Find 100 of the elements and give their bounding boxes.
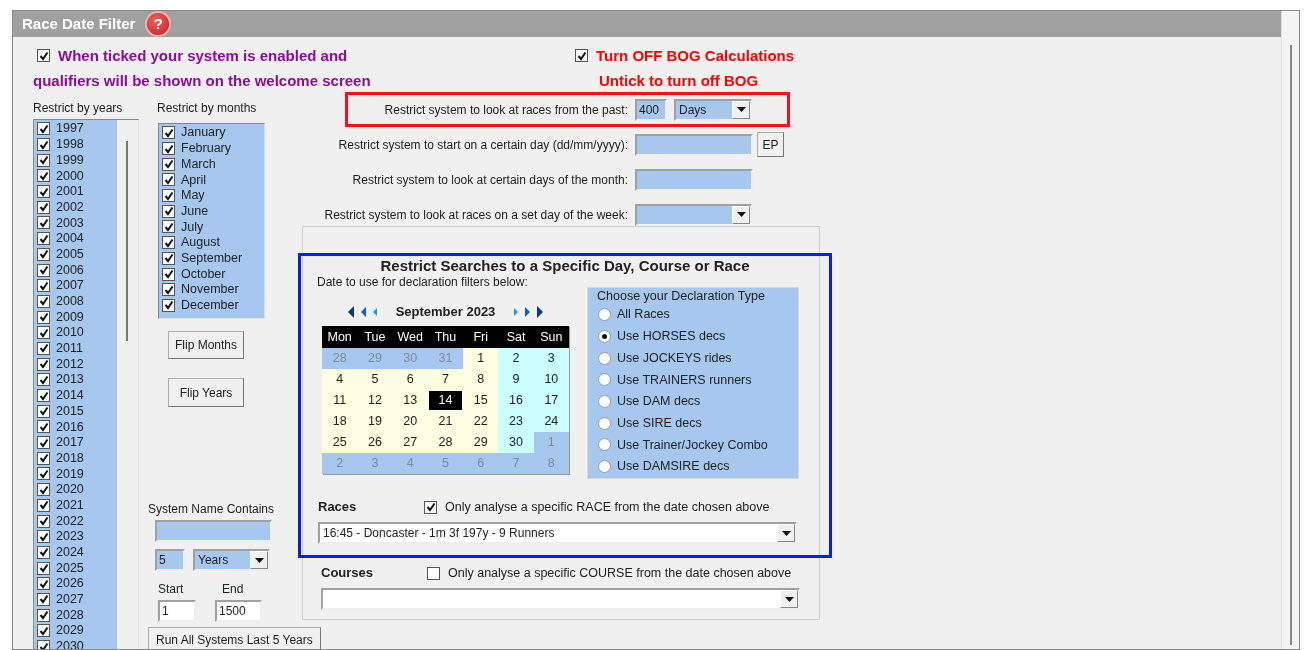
- text-field[interactable]: [635, 133, 753, 156]
- checkbox[interactable]: [37, 514, 50, 528]
- calendar-day[interactable]: 9: [498, 369, 534, 390]
- checkbox[interactable]: [37, 389, 50, 403]
- calendar-day[interactable]: 25: [322, 432, 358, 453]
- checkbox[interactable]: [37, 294, 50, 308]
- radio-button[interactable]: [598, 351, 611, 365]
- checkbox[interactable]: [37, 608, 50, 622]
- flip-years-button[interactable]: Flip Years: [168, 378, 244, 407]
- calendar-day[interactable]: 26: [357, 432, 393, 453]
- calendar-day[interactable]: 4: [322, 369, 358, 390]
- calendar-day[interactable]: 13: [392, 390, 428, 411]
- calendar-day[interactable]: 20: [392, 411, 428, 432]
- text-field[interactable]: 5: [155, 549, 185, 571]
- radio-button[interactable]: [598, 395, 611, 409]
- checkbox[interactable]: [37, 624, 50, 638]
- calendar-day[interactable]: 16: [498, 390, 534, 411]
- radio-button[interactable]: [598, 308, 611, 322]
- calendar-day[interactable]: 6: [392, 369, 428, 390]
- run-button[interactable]: Run All Systems Last 5 Years: [148, 627, 321, 649]
- checkbox[interactable]: [37, 530, 50, 544]
- checkbox[interactable]: [37, 232, 50, 246]
- checkbox[interactable]: [162, 251, 175, 265]
- calendar-day[interactable]: 17: [533, 390, 569, 411]
- dropdown-button[interactable]: [732, 205, 750, 224]
- checkbox[interactable]: [162, 173, 175, 187]
- radio-button[interactable]: [598, 460, 611, 474]
- checkbox[interactable]: [162, 236, 175, 250]
- checkbox[interactable]: [37, 185, 50, 199]
- calendar-day[interactable]: 24: [533, 411, 569, 432]
- text-field[interactable]: 1: [158, 600, 196, 622]
- calendar-day[interactable]: 23: [498, 411, 534, 432]
- radio-button[interactable]: [598, 416, 611, 430]
- checkbox[interactable]: [37, 483, 50, 497]
- calendar-day[interactable]: 28: [427, 432, 464, 453]
- checkbox[interactable]: [37, 138, 50, 152]
- checkbox[interactable]: [37, 561, 50, 575]
- dropdown-button[interactable]: [780, 590, 798, 608]
- calendar-day[interactable]: 10: [533, 369, 569, 390]
- left-arrow-icon[interactable]: [347, 306, 354, 318]
- dropdown[interactable]: Days: [674, 98, 752, 121]
- checkbox[interactable]: [37, 592, 50, 606]
- calendar-day[interactable]: 3: [533, 348, 569, 369]
- checkbox[interactable]: [427, 566, 440, 580]
- checkbox[interactable]: [37, 577, 50, 591]
- checkbox[interactable]: [37, 49, 50, 62]
- calendar-day[interactable]: 15: [463, 390, 499, 411]
- checkbox[interactable]: [37, 247, 50, 261]
- calendar-day[interactable]: 2: [498, 348, 534, 369]
- checkbox[interactable]: [162, 126, 175, 140]
- calendar-day[interactable]: 14: [427, 390, 464, 411]
- checkbox[interactable]: [37, 451, 50, 465]
- checkbox[interactable]: [37, 341, 50, 355]
- checkbox[interactable]: [162, 157, 175, 171]
- checkbox[interactable]: [37, 404, 50, 418]
- checkbox[interactable]: [162, 298, 175, 312]
- checkbox[interactable]: [37, 153, 50, 167]
- text-field[interactable]: 1500: [215, 600, 262, 622]
- calendar-day[interactable]: 18: [322, 411, 358, 432]
- calendar-day[interactable]: 1: [463, 348, 499, 369]
- radio-button[interactable]: [598, 373, 611, 387]
- checkbox[interactable]: [37, 436, 50, 450]
- radio-button[interactable]: [598, 438, 611, 452]
- checkbox[interactable]: [162, 283, 175, 297]
- text-field[interactable]: [155, 520, 272, 542]
- checkbox[interactable]: [37, 263, 50, 277]
- calendar-day[interactable]: 5: [357, 369, 393, 390]
- flip-months-button[interactable]: Flip Months: [168, 331, 244, 359]
- calendar-day[interactable]: 30: [498, 432, 534, 453]
- checkbox[interactable]: [37, 200, 50, 214]
- checkbox[interactable]: [37, 498, 50, 512]
- calendar-day[interactable]: 29: [463, 432, 499, 453]
- checkbox[interactable]: [37, 279, 50, 293]
- calendar-day[interactable]: 27: [392, 432, 428, 453]
- calendar-day[interactable]: 7: [427, 369, 464, 390]
- checkbox[interactable]: [37, 122, 50, 136]
- checkbox[interactable]: [162, 267, 175, 281]
- scrollbar[interactable]: [1281, 11, 1299, 649]
- calendar-day[interactable]: 12: [357, 390, 393, 411]
- calendar-day[interactable]: 11: [322, 390, 358, 411]
- help-icon[interactable]: ?: [147, 13, 170, 35]
- checkbox[interactable]: [162, 142, 175, 156]
- calendar-day[interactable]: 22: [463, 411, 499, 432]
- radio-button[interactable]: [598, 330, 611, 344]
- checkbox[interactable]: [162, 204, 175, 218]
- checkbox[interactable]: [424, 500, 437, 514]
- checkbox[interactable]: [162, 189, 175, 203]
- checkbox[interactable]: [37, 545, 50, 559]
- checkbox[interactable]: [37, 373, 50, 387]
- checkbox[interactable]: [37, 310, 50, 324]
- dropdown-button[interactable]: [250, 551, 268, 569]
- checkbox[interactable]: [37, 216, 50, 230]
- checkbox[interactable]: [37, 326, 50, 340]
- calendar-day[interactable]: 19: [357, 411, 393, 432]
- checkbox[interactable]: [162, 220, 175, 234]
- dropdown[interactable]: 16:45 - Doncaster - 1m 3f 197y - 9 Runners: [318, 522, 797, 544]
- dropdown-button[interactable]: [777, 524, 795, 542]
- calendar-day[interactable]: 21: [427, 411, 464, 432]
- dropdown-button[interactable]: [732, 100, 750, 119]
- checkbox[interactable]: [37, 467, 50, 481]
